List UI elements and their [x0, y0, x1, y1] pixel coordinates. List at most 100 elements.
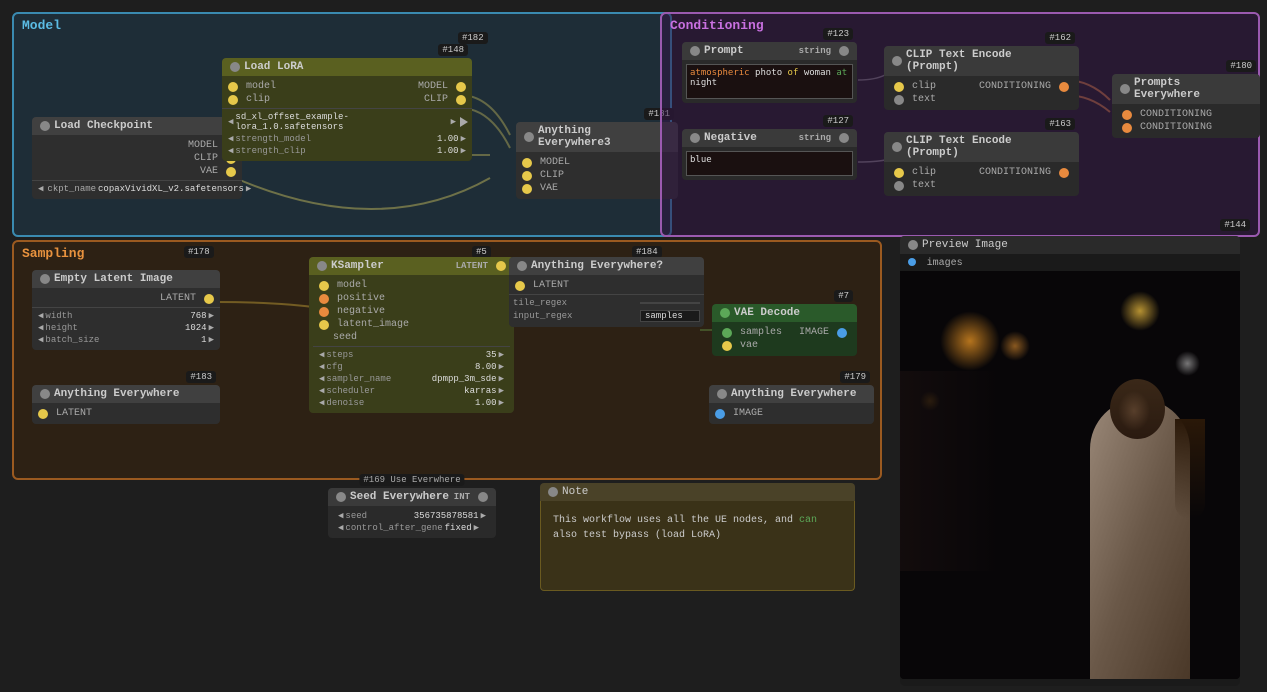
ksampler-model-row: model: [313, 279, 510, 292]
load-lora-clip-out-label: CLIP: [424, 94, 448, 105]
ksampler-sampler-row[interactable]: ◀ sampler_name dpmpp_3m_sde ▶: [313, 373, 510, 385]
ae-s-latent-port: [38, 409, 48, 419]
node-empty-latent: Empty Latent Image LATENT ◀ width 768 ▶ …: [32, 270, 220, 350]
ae-q-latent-row: LATENT: [509, 279, 704, 292]
ksampler-den-left[interactable]: ◀: [317, 398, 326, 408]
ksampler-steps-row[interactable]: ◀ steps 35 ▶: [313, 349, 510, 361]
ae-q-input-value[interactable]: samples: [640, 310, 700, 322]
load-checkpoint-clip-row: CLIP: [32, 152, 242, 165]
ae-q-tile-row[interactable]: tile_regex: [509, 297, 704, 309]
clip1-text-row: text: [888, 93, 1075, 106]
bg-shadow: [900, 371, 1000, 571]
ksampler-cfg-left[interactable]: ◀: [317, 362, 326, 372]
load-lora-sc-right[interactable]: ▶: [459, 146, 468, 156]
node-ksampler-header: KSampler LATENT: [309, 257, 514, 275]
empty-latent-b-right[interactable]: ▶: [207, 335, 216, 345]
ksampler-sched-left[interactable]: ◀: [317, 386, 326, 396]
node-ae-sampling-header: Anything Everywhere: [32, 385, 220, 403]
node-prompt-textarea[interactable]: atmospheric photo of woman at night: [686, 64, 853, 99]
badge-144: #144: [1220, 219, 1250, 231]
empty-latent-h-left[interactable]: ◀: [36, 323, 45, 333]
ksampler-steps-right[interactable]: ▶: [497, 350, 506, 360]
node-negative-title: Negative: [704, 132, 757, 144]
vae-decode-vae-label: vae: [740, 340, 758, 351]
node-ae3-indicator: [524, 132, 534, 142]
empty-latent-batch-row[interactable]: ◀ batch_size 1 ▶: [32, 334, 220, 346]
badge-178: #178: [184, 246, 214, 258]
seed-control-row[interactable]: ◀ control_after_gene fixed ▶: [332, 522, 492, 534]
load-lora-filename-row[interactable]: ◀ sd_xl_offset_example-lora_1.0.safetens…: [222, 111, 472, 133]
ksampler-sched-right[interactable]: ▶: [497, 386, 506, 396]
ksampler-model-port: [319, 281, 329, 291]
load-checkpoint-vae-label: VAE: [200, 166, 218, 177]
ksampler-sampler-left[interactable]: ◀: [317, 374, 326, 384]
ae-vae-image-port: [715, 409, 725, 419]
seed-right[interactable]: ▶: [479, 511, 488, 521]
node-pe-id: #180: [1226, 60, 1256, 72]
node-prompts-everywhere: #180 Prompts Everywhere CONDITIONING CON…: [1112, 74, 1260, 138]
node-clip2-body: clip CONDITIONING text: [884, 162, 1079, 196]
ksampler-scheduler-row[interactable]: ◀ scheduler karras ▶: [313, 385, 510, 397]
empty-latent-h-right[interactable]: ▶: [207, 323, 216, 333]
node-clip1-id: #162: [1045, 32, 1075, 44]
empty-latent-w-right[interactable]: ▶: [207, 311, 216, 321]
ae-q-tile-value[interactable]: [640, 302, 700, 304]
ksampler-negative-row: negative: [313, 305, 510, 318]
load-lora-strength-clip-row[interactable]: ◀ strength_clip 1.00 ▶: [222, 145, 472, 157]
node-note-header: Note: [540, 483, 855, 501]
empty-latent-height-row[interactable]: ◀ height 1024 ▶: [32, 322, 220, 334]
ksampler-cfg-right[interactable]: ▶: [497, 362, 506, 372]
empty-latent-width-row[interactable]: ◀ width 768 ▶: [32, 310, 220, 322]
ksampler-cfg-row[interactable]: ◀ cfg 8.00 ▶: [313, 361, 510, 373]
seed-value-row[interactable]: ◀ seed 356735878581 ▶: [332, 510, 492, 522]
pe-cond2-row: CONDITIONING: [1116, 121, 1256, 134]
load-lora-sm-left[interactable]: ◀: [226, 134, 235, 144]
load-lora-sm-right[interactable]: ▶: [459, 134, 468, 144]
load-lora-strength-model-row[interactable]: ◀ strength_model 1.00 ▶: [222, 133, 472, 145]
node-seed-title: Seed Everywhere: [350, 491, 449, 503]
light-3: [1000, 331, 1030, 361]
ksampler-den-right[interactable]: ▶: [497, 398, 506, 408]
node-prompt-title: Prompt: [704, 45, 744, 57]
pe-cond1-row: CONDITIONING: [1116, 108, 1256, 121]
vae-decode-image-out-label: IMAGE: [799, 327, 829, 338]
ksampler-sampler-right[interactable]: ▶: [497, 374, 506, 384]
seed-ctrl-left[interactable]: ◀: [336, 523, 345, 533]
empty-latent-w-left[interactable]: ◀: [36, 311, 45, 321]
pe-cond2-label: CONDITIONING: [1140, 122, 1212, 133]
node-pe-indicator: [1120, 84, 1130, 94]
seed-left[interactable]: ◀: [336, 511, 345, 521]
node-clip1-body: clip CONDITIONING text: [884, 76, 1079, 110]
vae-decode-samples-port: [722, 328, 732, 338]
node-clip1-indicator: [892, 56, 902, 66]
node-load-lora-indicator: [230, 62, 240, 72]
clip1-cond-out-port: [1059, 82, 1069, 92]
load-checkpoint-ckpt-left[interactable]: ◀: [36, 184, 45, 194]
load-lora-model-in-label: model: [246, 81, 276, 92]
load-lora-file-left[interactable]: ◀: [226, 117, 235, 127]
node-clip-encode-1: #162 CLIP Text Encode (Prompt) clip COND…: [884, 46, 1079, 110]
load-checkpoint-ckpt-row[interactable]: ◀ ckpt_name copaxVividXL_v2.safetensors …: [32, 183, 242, 195]
node-negative-textarea[interactable]: blue: [686, 151, 853, 176]
ksampler-sampler-label: sampler_name: [326, 374, 391, 384]
node-clip2-header: CLIP Text Encode (Prompt): [884, 132, 1079, 162]
empty-latent-out-row: LATENT: [32, 292, 220, 305]
ae-q-input-row[interactable]: input_regex samples: [509, 309, 704, 323]
seed-ctrl-right[interactable]: ▶: [472, 523, 481, 533]
preview-images-label: images: [927, 258, 963, 269]
node-pe-body: CONDITIONING CONDITIONING: [1112, 104, 1260, 138]
load-checkpoint-ckpt-right[interactable]: ▶: [244, 184, 253, 194]
light-2: [1120, 291, 1160, 331]
ksampler-steps-left[interactable]: ◀: [317, 350, 326, 360]
load-lora-clip-in-label: clip: [246, 94, 270, 105]
node-load-checkpoint: Load Checkpoint MODEL CLIP VAE ◀: [32, 117, 242, 199]
load-lora-sc-left[interactable]: ◀: [226, 146, 235, 156]
empty-latent-w-label: width: [45, 311, 72, 321]
node-negative-out-port: [839, 133, 849, 143]
ksampler-denoise-row[interactable]: ◀ denoise 1.00 ▶: [313, 397, 510, 409]
node-negative-header: Negative string: [682, 129, 857, 147]
load-lora-file-right[interactable]: ▶: [449, 117, 458, 127]
load-lora-play-btn[interactable]: [460, 117, 468, 127]
ae-vae-image-row: IMAGE: [709, 407, 874, 420]
empty-latent-b-left[interactable]: ◀: [36, 335, 45, 345]
